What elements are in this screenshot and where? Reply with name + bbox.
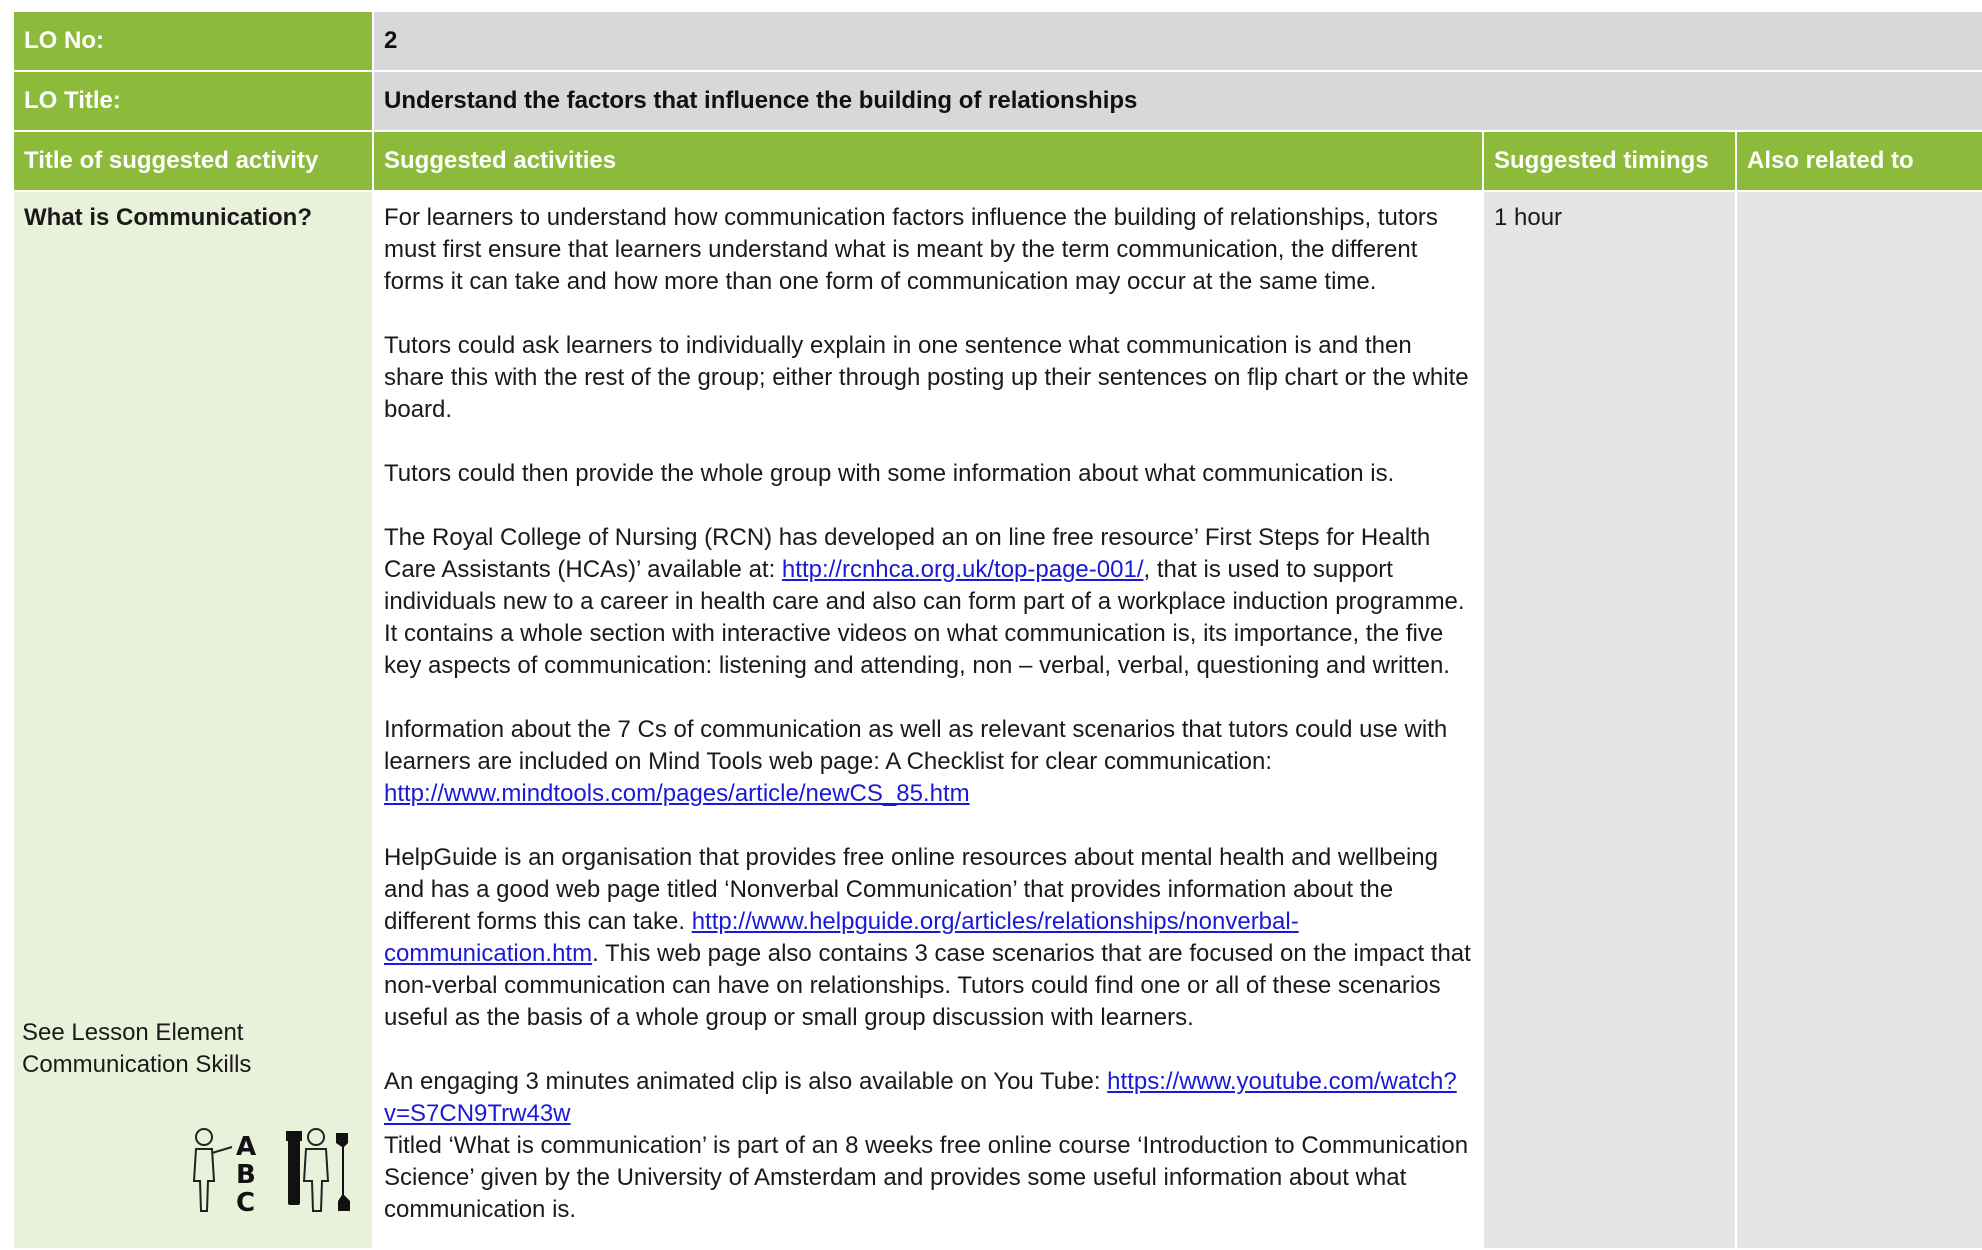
- column-header-title: Title of suggested activity: [12, 130, 374, 192]
- lo-number-label: LO No:: [12, 10, 374, 72]
- activity-paragraph-4: The Royal College of Nursing (RCN) has d…: [384, 522, 1472, 682]
- activity-paragraph-1: For learners to understand how communica…: [384, 204, 1438, 295]
- column-header-activities: Suggested activities: [372, 130, 1484, 192]
- related-cell: [1734, 190, 1982, 1250]
- lesson-element-reference: See Lesson Element Communication Skills: [12, 1017, 352, 1081]
- lo-title-row: LO Title: Understand the factors that in…: [12, 70, 1982, 132]
- column-header-timings: Suggested timings: [1482, 130, 1737, 192]
- lo-title-value: Understand the factors that influence th…: [371, 70, 1982, 132]
- activity-paragraph-5-text-a: Information about the 7 Cs of communicat…: [384, 716, 1448, 775]
- activity-paragraph-3: Tutors could then provide the whole grou…: [384, 460, 1395, 487]
- lesson-icons: A B C: [188, 1125, 358, 1222]
- svg-text:A: A: [236, 1132, 256, 1162]
- timing-value: 1 hour: [1494, 204, 1563, 231]
- column-header-related: Also related to: [1734, 130, 1982, 192]
- lo-number-value: 2: [371, 10, 1982, 72]
- activity-title: What is Communication?: [24, 204, 312, 231]
- see-also-line-1: See Lesson Element: [22, 1019, 244, 1046]
- activity-paragraph-5: Information about the 7 Cs of communicat…: [384, 714, 1472, 810]
- activity-paragraph-7: An engaging 3 minutes animated clip is a…: [384, 1066, 1472, 1130]
- activity-paragraph-2: Tutors could ask learners to individuall…: [384, 332, 1469, 423]
- rcn-hca-link[interactable]: http://rcnhca.org.uk/top-page-001/: [782, 556, 1144, 583]
- lo-title-label: LO Title:: [12, 70, 374, 132]
- abc-teaching-icon: A B C: [192, 1128, 350, 1218]
- activity-description-cell: For learners to understand how communica…: [372, 190, 1484, 1250]
- svg-text:B: B: [236, 1160, 256, 1190]
- activity-row: What is Communication? For learners to u…: [12, 190, 1982, 1250]
- timing-cell: 1 hour: [1482, 190, 1737, 1250]
- tools-icon: [286, 1128, 350, 1212]
- column-header-row: Title of suggested activity Suggested ac…: [12, 130, 1982, 192]
- activity-paragraph-8: Titled ‘What is communication’ is part o…: [384, 1132, 1469, 1223]
- activity-paragraph-6: HelpGuide is an organisation that provid…: [384, 842, 1472, 1034]
- activity-title-cell: What is Communication?: [12, 190, 374, 1250]
- see-also-line-2: Communication Skills: [22, 1051, 252, 1078]
- lo-number-row: LO No: 2: [12, 10, 1982, 72]
- activity-paragraph-7-text-a: An engaging 3 minutes animated clip is a…: [384, 1068, 1108, 1095]
- svg-text:C: C: [236, 1188, 255, 1217]
- mindtools-link[interactable]: http://www.mindtools.com/pages/article/n…: [384, 780, 970, 807]
